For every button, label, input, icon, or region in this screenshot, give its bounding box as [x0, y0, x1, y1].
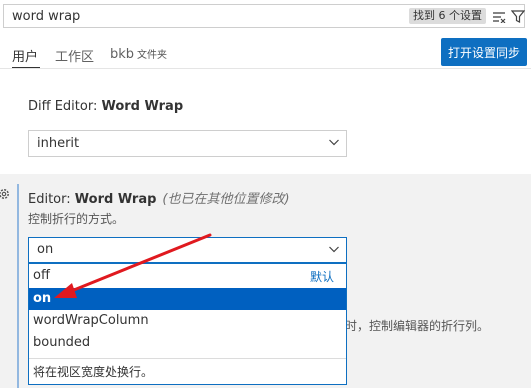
tab-workspace[interactable]: 工作区 [55, 46, 94, 65]
word-wrap-dropdown: off 默认 on wordWrapColumn bounded 将在视区宽度处… [28, 263, 347, 385]
diff-editor-word-wrap-select[interactable]: inherit [28, 130, 347, 157]
editor-word-wrap-select[interactable]: on [28, 237, 347, 263]
tab-folder-sublabel: 文件夹 [137, 50, 168, 61]
select-value: on [37, 242, 54, 257]
tab-folder[interactable]: bkb 文件夹 [110, 46, 167, 62]
gear-icon[interactable] [0, 186, 11, 205]
editor-word-wrap-title: Editor: Word Wrap (也已在其他位置修改) [28, 188, 290, 207]
focus-indicator [17, 184, 19, 388]
select-value: inherit [37, 136, 80, 151]
option-label: bounded [33, 335, 91, 350]
option-label: on [33, 291, 52, 306]
setting-name: Word Wrap [74, 192, 157, 207]
open-settings-sync-button[interactable]: 打开设置同步 [441, 38, 527, 66]
search-input[interactable]: word wrap [12, 9, 80, 24]
setting-category: Editor: [28, 192, 75, 207]
tab-folder-label: bkb [110, 47, 135, 62]
default-badge: 默认 [309, 270, 334, 284]
tab-user[interactable]: 用户 [12, 46, 38, 65]
chevron-down-icon [328, 243, 340, 259]
option-label: wordWrapColumn [33, 313, 149, 328]
setting-description: 控制折行的方式。 [28, 212, 125, 226]
modified-elsewhere-note: (也已在其他位置修改) [162, 192, 290, 207]
result-count-badge: 找到 6 个设置 [409, 8, 486, 24]
filter-icon[interactable] [509, 8, 527, 25]
dropdown-option-on[interactable]: on [29, 288, 346, 310]
background-setting-description: 时，控制编辑器的折行列。 [345, 319, 490, 333]
chevron-down-icon [328, 136, 340, 152]
settings-search-bar[interactable]: word wrap 找到 6 个设置 [3, 4, 525, 28]
setting-name: Word Wrap [101, 99, 184, 114]
diff-editor-word-wrap-title: Diff Editor: Word Wrap [28, 99, 183, 114]
tabs-divider [0, 68, 531, 69]
dropdown-option-bounded[interactable]: bounded [29, 332, 346, 354]
clear-filter-icon[interactable] [490, 8, 508, 25]
option-description: 将在视区宽度处换行。 [33, 365, 154, 379]
option-label: off [33, 268, 50, 283]
dropdown-option-wordwrapcolumn[interactable]: wordWrapColumn [29, 310, 346, 332]
setting-category: Diff Editor: [28, 99, 102, 114]
dropdown-option-off[interactable]: off 默认 [29, 265, 346, 287]
dropdown-divider [29, 358, 346, 359]
